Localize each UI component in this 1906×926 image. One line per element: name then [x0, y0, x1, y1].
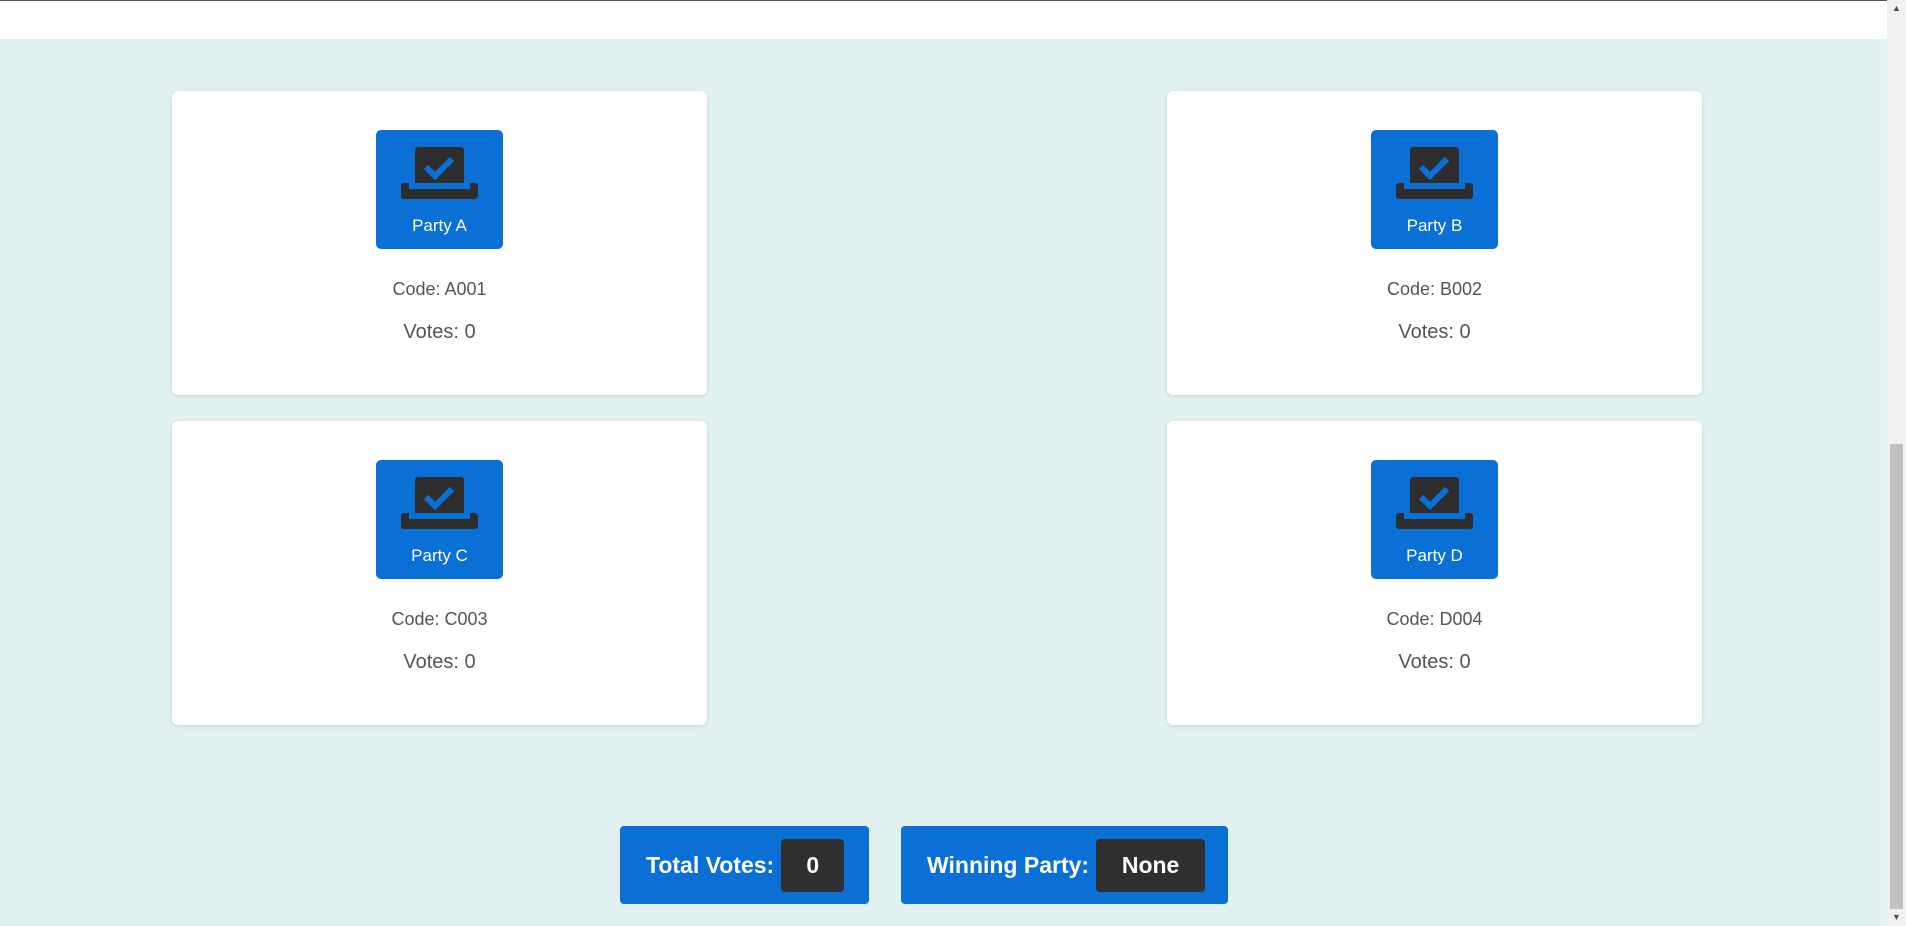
vote-button-party-b[interactable]: Party B	[1371, 130, 1498, 249]
party-name: Party A	[412, 216, 467, 235]
party-name: Party C	[411, 546, 468, 565]
vote-button-party-d[interactable]: Party D	[1371, 460, 1498, 579]
total-votes-box: Total Votes: 0	[620, 826, 869, 904]
party-card: Party A Code: A001 Votes: 0	[172, 91, 707, 395]
winning-party-value: None	[1096, 838, 1206, 892]
party-votes: Votes: 0	[403, 321, 476, 343]
party-name: Party D	[1406, 546, 1463, 565]
party-card: Party C Code: C003 Votes: 0	[172, 421, 707, 725]
scrollbar-thumb[interactable]	[1890, 444, 1903, 909]
ballot-box-check-icon	[401, 477, 478, 529]
ballot-box-check-icon	[401, 147, 478, 199]
vertical-scrollbar[interactable]: ▲ ▼	[1887, 0, 1906, 926]
total-votes-label: Total Votes:	[646, 851, 775, 878]
party-votes: Votes: 0	[403, 651, 476, 673]
party-name: Party B	[1406, 216, 1463, 235]
top-bar	[0, 0, 1887, 39]
voting-area: Party A Code: A001 Votes: 0 Party B Code…	[0, 39, 1887, 926]
total-votes-value: 0	[781, 838, 845, 892]
ballot-box-check-icon	[1396, 147, 1473, 199]
vote-button-party-a[interactable]: Party A	[376, 130, 503, 249]
party-card: Party D Code: D004 Votes: 0	[1167, 421, 1702, 725]
party-votes: Votes: 0	[1398, 651, 1471, 673]
party-code: Code: A001	[392, 279, 487, 299]
winning-party-box: Winning Party: None	[901, 826, 1228, 904]
vote-button-party-c[interactable]: Party C	[376, 460, 503, 579]
party-votes: Votes: 0	[1398, 321, 1471, 343]
party-code: Code: C003	[391, 609, 488, 629]
party-code: Code: B002	[1386, 279, 1483, 299]
party-code: Code: D004	[1386, 609, 1483, 629]
scroll-down-arrow-icon[interactable]: ▼	[1887, 909, 1906, 926]
party-card: Party B Code: B002 Votes: 0	[1167, 91, 1702, 395]
winning-party-label: Winning Party:	[927, 851, 1090, 878]
ballot-box-check-icon	[1396, 477, 1473, 529]
scroll-up-arrow-icon[interactable]: ▲	[1887, 0, 1906, 17]
